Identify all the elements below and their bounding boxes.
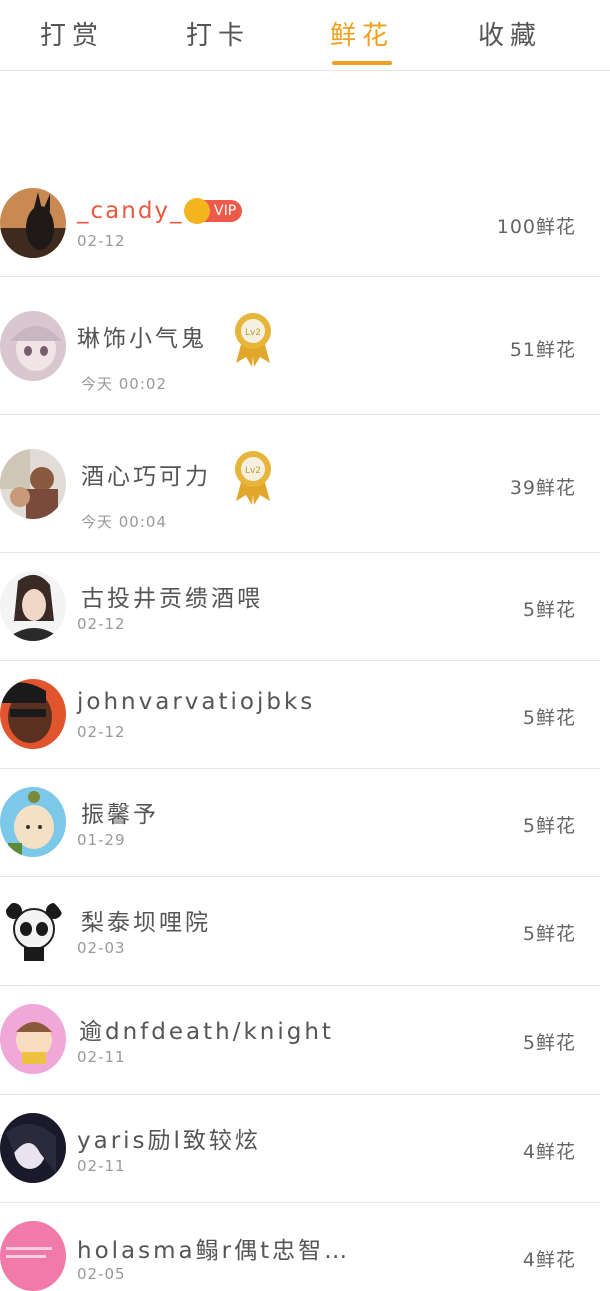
svg-text:Lv2: Lv2	[245, 466, 261, 476]
flower-amount: 51鲜花	[509, 339, 576, 361]
list-item[interactable]: 酒心巧可力 Lv2 今天 00:04 39鲜花	[0, 415, 600, 553]
vip-badge: VIP	[184, 198, 243, 224]
user-name[interactable]: 古投井贡缋酒喂	[81, 579, 263, 613]
flower-amount: 4鲜花	[522, 1141, 576, 1163]
tab-favorites[interactable]: 收藏	[468, 0, 552, 70]
user-name[interactable]: 酒心巧可力	[81, 457, 211, 491]
gift-date: 02-11	[77, 1048, 126, 1066]
crown-icon	[184, 198, 210, 224]
tab-bar: 打赏 打卡 鲜花 收藏	[0, 0, 610, 71]
flower-amount: 5鲜花	[522, 1032, 576, 1054]
user-name[interactable]: 逾dnfdeath/knight	[79, 1012, 334, 1046]
gift-date: 02-12	[77, 723, 126, 741]
list-item[interactable]: 振馨予 01-29 5鲜花	[0, 769, 600, 877]
avatar	[0, 311, 66, 381]
avatar	[0, 1221, 66, 1291]
avatar	[0, 679, 66, 749]
active-tab-indicator	[332, 61, 392, 65]
list-item[interactable]: johnvarvatiojbks 02-12 5鲜花	[0, 661, 600, 769]
flower-amount: 5鲜花	[522, 815, 576, 837]
list-item[interactable]: 琳饰小气鬼 Lv2 今天 00:02 51鲜花	[0, 277, 600, 415]
medal-icon: Lv2	[232, 311, 274, 373]
tab-flowers[interactable]: 鲜花	[320, 0, 404, 70]
list-item[interactable]: yaris励l致较炫 02-11 4鲜花	[0, 1095, 600, 1203]
avatar	[0, 787, 66, 857]
gift-date: 今天 00:04	[81, 513, 167, 531]
gift-date: 02-12	[77, 232, 126, 250]
avatar	[0, 571, 66, 641]
flower-amount: 5鲜花	[522, 707, 576, 729]
gift-date: 02-05	[77, 1265, 126, 1283]
gift-date: 02-12	[77, 615, 126, 633]
avatar	[0, 1004, 66, 1074]
avatar	[0, 1113, 66, 1183]
tab-checkin[interactable]: 打卡	[176, 0, 260, 70]
user-name[interactable]: yaris励l致较炫	[77, 1121, 261, 1155]
avatar	[0, 188, 66, 258]
gift-date: 今天 00:02	[81, 375, 167, 393]
user-name[interactable]: johnvarvatiojbks	[77, 689, 315, 715]
flower-amount: 5鲜花	[522, 599, 576, 621]
list-item[interactable]: _candy_ VIP 02-12 100鲜花	[0, 180, 600, 277]
medal-icon: Lv2	[232, 449, 274, 511]
gift-date: 01-29	[77, 831, 126, 849]
user-name[interactable]: 梨泰坝哩院	[81, 903, 211, 937]
flower-amount: 5鲜花	[522, 923, 576, 945]
user-name[interactable]: _candy_	[77, 198, 184, 224]
user-name[interactable]: 琳饰小气鬼	[77, 319, 207, 353]
flower-amount: 100鲜花	[496, 216, 576, 238]
flower-amount: 39鲜花	[509, 477, 576, 499]
tab-reward[interactable]: 打赏	[30, 0, 114, 70]
flower-amount: 4鲜花	[522, 1249, 576, 1271]
list-item[interactable]: 逾dnfdeath/knight 02-11 5鲜花	[0, 986, 600, 1095]
svg-text:Lv2: Lv2	[245, 328, 261, 338]
avatar	[0, 449, 66, 519]
user-name[interactable]: holasma鳎r偶t忠智…	[77, 1231, 350, 1265]
avatar	[0, 895, 66, 965]
gift-date: 02-11	[77, 1157, 126, 1175]
vip-label: VIP	[214, 203, 237, 219]
user-name[interactable]: 振馨予	[81, 795, 159, 829]
gift-date: 02-03	[77, 939, 126, 957]
list-item[interactable]: 古投井贡缋酒喂 02-12 5鲜花	[0, 553, 600, 661]
list-item[interactable]: 梨泰坝哩院 02-03 5鲜花	[0, 877, 600, 986]
list-item[interactable]: holasma鳎r偶t忠智… 02-05 4鲜花	[0, 1203, 600, 1291]
